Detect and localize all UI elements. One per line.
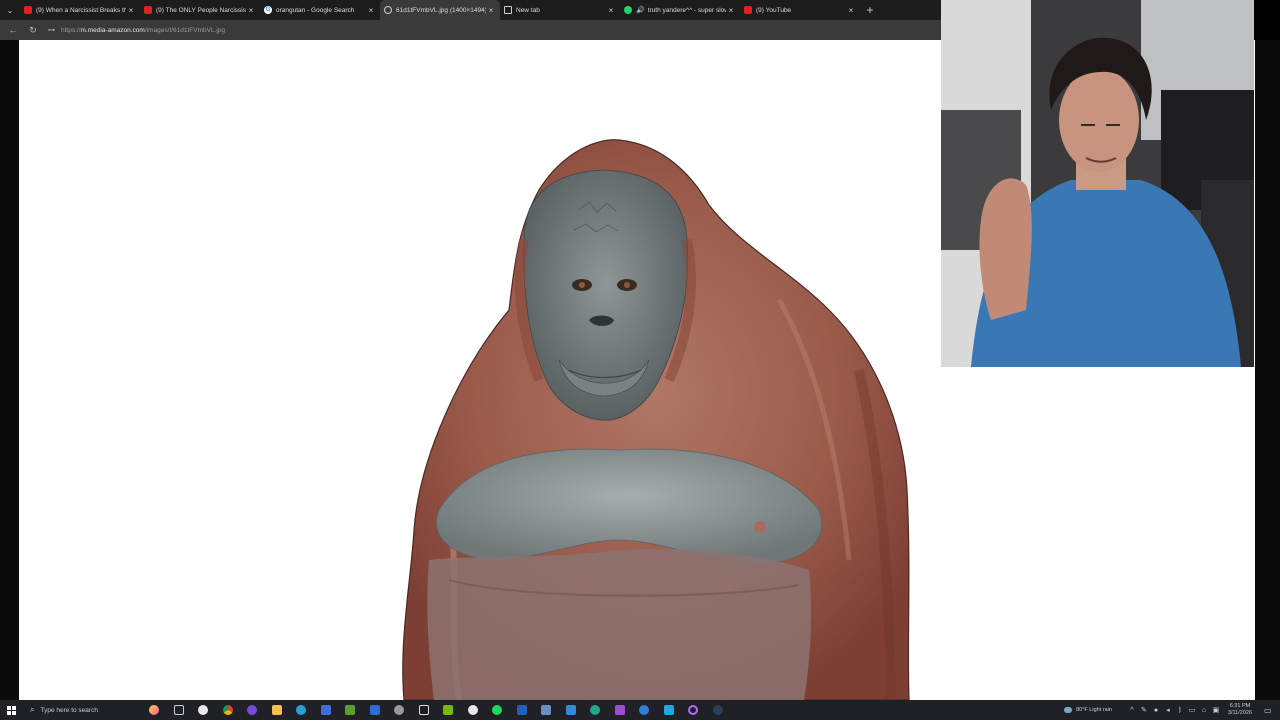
chrome-icon[interactable] <box>216 700 241 720</box>
app-icon-1[interactable] <box>191 700 216 720</box>
app-icon-16[interactable] <box>681 700 706 720</box>
tab-new-tab[interactable]: New tab × <box>500 0 620 20</box>
webcam-feed-image <box>941 0 1254 367</box>
url-path: /images/I/61d1tFVmbVL.jpg <box>144 26 226 34</box>
spotify-icon <box>624 6 632 14</box>
app-icon-4[interactable] <box>338 700 363 720</box>
browser-tab-strip: ⌄ (9) When a Narcissist Breaks the S × (… <box>0 0 941 20</box>
taskbar-search-input[interactable]: ⌕ Type here to search <box>22 700 142 720</box>
site-info-icon[interactable]: ⊶ <box>48 26 55 34</box>
tab-title: (9) When a Narcissist Breaks the S <box>36 6 126 14</box>
weather-text: 80°F Light rain <box>1076 707 1112 713</box>
app-icon-5[interactable] <box>363 700 388 720</box>
network-icon[interactable]: ⌂ <box>1198 707 1210 714</box>
youtube-icon <box>744 6 752 14</box>
tab-close-icon[interactable]: × <box>846 6 856 15</box>
app-icon-3[interactable] <box>314 700 339 720</box>
tab-close-icon[interactable]: × <box>606 6 616 15</box>
volume-icon[interactable]: ◂ <box>1162 706 1174 714</box>
start-button[interactable] <box>0 700 22 720</box>
app-icon-10[interactable] <box>534 700 559 720</box>
new-tab-icon <box>504 6 512 14</box>
tab-narcissist-video-1[interactable]: (9) When a Narcissist Breaks the S × <box>20 0 140 20</box>
steam-icon[interactable] <box>706 700 731 720</box>
new-tab-button[interactable]: + <box>860 0 880 20</box>
page-scroll-area[interactable] <box>1255 40 1280 700</box>
globe-icon <box>384 6 392 14</box>
nvidia-icon[interactable] <box>436 700 461 720</box>
bluetooth-icon[interactable]: ᛒ <box>1174 707 1186 714</box>
tab-search-chevron-icon[interactable]: ⌄ <box>0 0 20 20</box>
windows-taskbar: ⌕ Type here to search 80°F Light rain ^ … <box>0 700 1280 720</box>
tab-image-active[interactable]: 61d1tFVmbVL.jpg (1400×1494) × <box>380 0 500 20</box>
clock[interactable]: 6:31 PM 3/11/2026 <box>1228 703 1252 717</box>
app-icon-14[interactable] <box>632 700 657 720</box>
tab-title: New tab <box>516 6 540 14</box>
app-icon-8[interactable] <box>461 700 486 720</box>
browser-toolbar: ← ↻ ⊶ https://m.media-amazon.com/images/… <box>0 20 941 40</box>
edge-icon[interactable] <box>289 700 314 720</box>
reload-icon[interactable]: ↻ <box>26 23 40 37</box>
copilot-icon[interactable] <box>142 700 167 720</box>
youtube-icon <box>144 6 152 14</box>
app-icon-2[interactable] <box>240 700 265 720</box>
chevron-up-icon[interactable]: ^ <box>1126 707 1138 714</box>
youtube-icon <box>24 6 32 14</box>
url-scheme: https:// <box>61 26 81 34</box>
tab-narcissist-video-2[interactable]: (9) The ONLY People Narcissists St × <box>140 0 260 20</box>
spotify-taskbar-icon[interactable] <box>485 700 510 720</box>
tab-close-icon[interactable]: × <box>246 6 256 15</box>
page-margin <box>0 40 19 700</box>
back-arrow-icon[interactable]: ← <box>6 23 20 37</box>
pen-icon[interactable]: ✎ <box>1138 706 1150 714</box>
app-icon-15[interactable] <box>657 700 682 720</box>
tab-close-icon[interactable]: × <box>366 6 376 15</box>
weather-widget[interactable]: 80°F Light rain <box>1064 707 1112 713</box>
speaker-icon[interactable]: 🔊 <box>636 6 645 14</box>
tab-title: (9) The ONLY People Narcissists St <box>156 6 246 14</box>
clock-time: 6:31 PM <box>1229 703 1251 709</box>
task-view-icon[interactable] <box>167 700 192 720</box>
google-icon: G <box>264 6 272 14</box>
app-icon-13[interactable] <box>608 700 633 720</box>
tab-youtube[interactable]: (9) YouTube × <box>740 0 860 20</box>
tab-google-search[interactable]: G orangutan - Google Search × <box>260 0 380 20</box>
url-host: m.media-amazon.com <box>80 26 145 34</box>
app-icon-12[interactable] <box>583 700 608 720</box>
file-explorer-icon[interactable] <box>265 700 290 720</box>
tab-title: orangutan - Google Search <box>276 6 355 14</box>
notification-icon[interactable]: ▭ <box>1264 706 1276 715</box>
tab-title: (9) YouTube <box>756 6 792 14</box>
tab-spotify[interactable]: 🔊 truth yandere^^ - super slow × <box>620 0 740 20</box>
search-placeholder: Type here to search <box>40 706 98 714</box>
system-tray: 80°F Light rain ^ ✎ ● ◂ ᛒ ▭ ⌂ ▣ 6:31 PM … <box>1064 700 1280 720</box>
tab-close-icon[interactable]: × <box>726 6 736 15</box>
battery-icon[interactable]: ▭ <box>1186 706 1198 714</box>
app-icon-6[interactable] <box>387 700 412 720</box>
tab-close-icon[interactable]: × <box>126 6 136 15</box>
microphone-icon[interactable]: ● <box>1150 707 1162 714</box>
app-icon-9[interactable] <box>510 700 535 720</box>
search-icon: ⌕ <box>30 705 35 714</box>
tab-close-icon[interactable]: × <box>486 6 496 15</box>
app-icon-11[interactable] <box>559 700 584 720</box>
clock-date: 3/11/2026 <box>1227 710 1252 716</box>
webcam-overlay <box>941 0 1254 367</box>
language-icon[interactable]: ▣ <box>1210 706 1222 714</box>
address-bar[interactable]: ⊶ https://m.media-amazon.com/images/I/61… <box>48 23 941 37</box>
tab-title: 61d1tFVmbVL.jpg (1400×1494) <box>396 6 486 14</box>
app-icon-7[interactable] <box>412 700 437 720</box>
cloud-rain-icon <box>1064 707 1073 713</box>
windows-logo-icon <box>6 705 16 715</box>
tab-title: truth yandere^^ - super slow <box>647 6 726 14</box>
